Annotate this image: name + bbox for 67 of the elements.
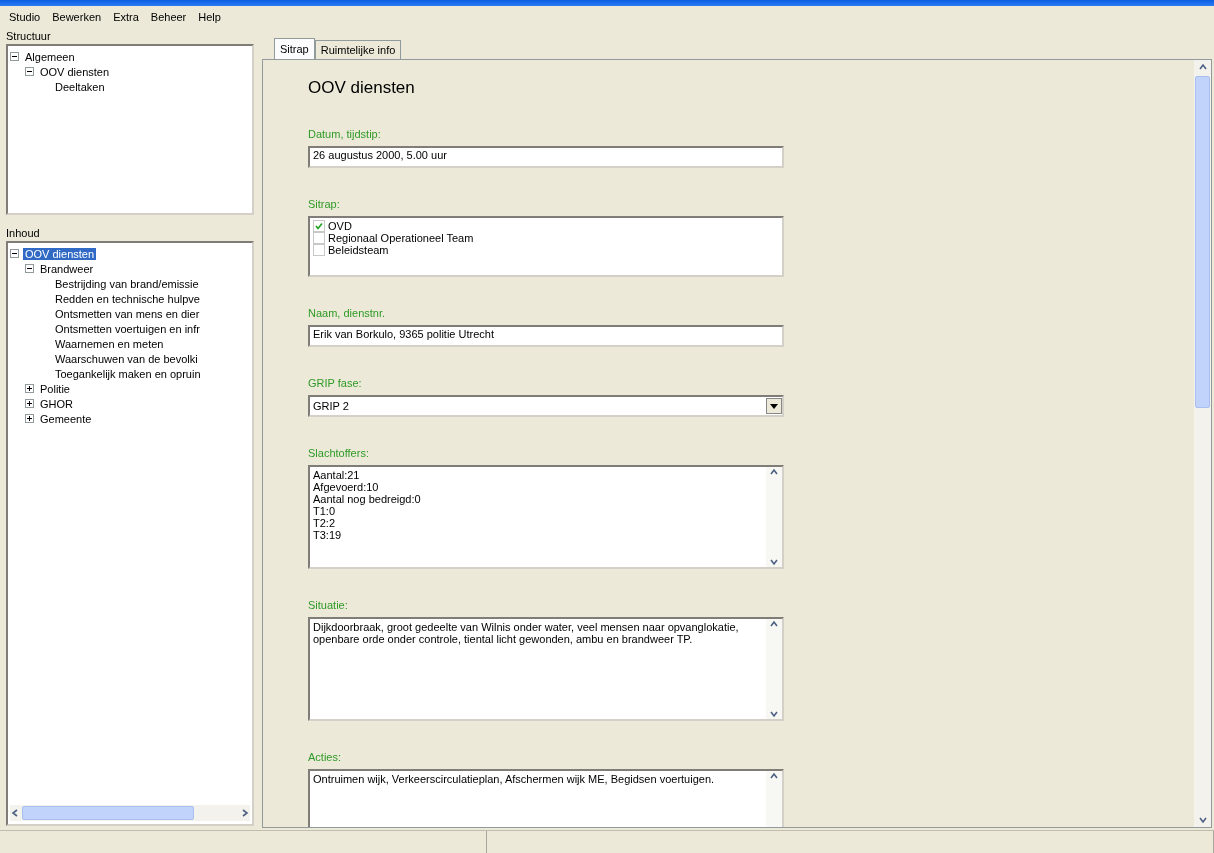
scroll-up-icon[interactable] bbox=[1197, 62, 1208, 72]
scroll-bar[interactable] bbox=[1194, 60, 1211, 827]
scroll-bar[interactable] bbox=[10, 805, 250, 821]
field-label: Sitrap: bbox=[308, 198, 341, 210]
expand-icon[interactable] bbox=[25, 414, 34, 423]
scroll-right-icon[interactable] bbox=[240, 808, 250, 818]
tree-item[interactable]: Ontsmetten voertuigen en infr bbox=[53, 322, 202, 335]
tree-item[interactable]: Waarschuwen van de bevolki bbox=[53, 352, 200, 365]
dropdown[interactable]: GRIP 2 bbox=[308, 395, 784, 417]
input-field[interactable]: 26 augustus 2000, 5.00 uur bbox=[308, 146, 784, 168]
checkbox[interactable] bbox=[313, 232, 325, 244]
input-field[interactable]: Erik van Borkulo, 9365 politie Utrecht bbox=[308, 325, 784, 347]
collapse-icon[interactable] bbox=[25, 264, 34, 273]
text-area[interactable]: Ontruimen wijk, Verkeerscirculatieplan, Afschermen wijk ME, Begidsen voertuigen. bbox=[308, 769, 784, 827]
tree-item[interactable]: Redden en technische hulpve bbox=[53, 292, 202, 305]
menu-item[interactable]: Bewerken bbox=[47, 9, 107, 25]
tree-item[interactable]: Toegankelijk maken en opruin bbox=[53, 367, 203, 380]
tree-item[interactable]: Ontsmetten van mens en dier bbox=[53, 307, 202, 320]
scroll-bar[interactable] bbox=[766, 619, 782, 719]
tree-item[interactable]: Waarnemen en meten bbox=[53, 337, 166, 350]
scroll-thumb[interactable] bbox=[22, 806, 194, 820]
tree-item[interactable]: OOV diensten bbox=[38, 65, 112, 78]
expand-icon[interactable] bbox=[25, 384, 34, 393]
scroll-up-icon[interactable] bbox=[769, 619, 779, 629]
collapse-icon[interactable] bbox=[10, 52, 19, 61]
group-title: Inhoud bbox=[6, 227, 40, 239]
checkbox-label: Regionaal Operationeel Team bbox=[328, 232, 474, 244]
tree-item[interactable]: Bestrijding van brand/emissie bbox=[53, 277, 201, 290]
field-label: Datum, tijdstip: bbox=[308, 128, 382, 140]
tree-item[interactable]: Politie bbox=[38, 382, 72, 395]
scroll-left-icon[interactable] bbox=[10, 808, 20, 818]
tree-item[interactable]: OOV diensten bbox=[23, 247, 97, 260]
collapse-icon[interactable] bbox=[10, 249, 19, 258]
tree-item[interactable]: Gemeente bbox=[38, 412, 94, 425]
field-label: Situatie: bbox=[308, 599, 349, 611]
scroll-bar[interactable] bbox=[766, 467, 782, 567]
scroll-up-icon[interactable] bbox=[769, 771, 779, 781]
scroll-up-icon[interactable] bbox=[769, 467, 779, 477]
field-label: Acties: bbox=[308, 751, 342, 763]
field-label: GRIP fase: bbox=[308, 377, 363, 389]
tree-item[interactable]: GHOR bbox=[38, 397, 75, 410]
checkbox[interactable] bbox=[313, 244, 325, 256]
tree-item[interactable]: Deeltaken bbox=[53, 80, 107, 93]
scroll-down-icon[interactable] bbox=[1197, 815, 1208, 825]
checkbox[interactable] bbox=[313, 220, 325, 232]
scroll-down-icon[interactable] bbox=[769, 709, 779, 719]
field-label: Naam, dienstnr. bbox=[308, 307, 387, 319]
text-area[interactable]: Dijkdoorbraak, groot gedeelte van Wilnis onder water, veel mensen naar opvanglokatie, openbare orde onder controle, tiental licht gewonden, ambu en brandweer TP. bbox=[308, 617, 784, 721]
scroll-thumb[interactable] bbox=[1195, 76, 1210, 408]
checkbox-label: OVD bbox=[328, 220, 352, 232]
collapse-icon[interactable] bbox=[25, 67, 34, 76]
page-title: OOV diensten bbox=[308, 78, 416, 98]
text-area[interactable]: Aantal:21 Afgevoerd:10 Aantal nog bedreigd:0 T1:0 T2:2 T3:19 bbox=[308, 465, 784, 569]
tab[interactable]: Ruimtelijke info bbox=[314, 40, 402, 59]
tree-item[interactable]: Algemeen bbox=[23, 50, 77, 63]
menu-item[interactable]: Beheer bbox=[145, 9, 192, 25]
field-label: Slachtoffers: bbox=[308, 447, 370, 459]
tab[interactable]: Sitrap bbox=[274, 38, 315, 59]
scroll-down-icon[interactable] bbox=[769, 557, 779, 567]
checkbox-label: Beleidsteam bbox=[328, 244, 389, 256]
expand-icon[interactable] bbox=[25, 399, 34, 408]
dropdown-arrow-icon bbox=[770, 403, 778, 409]
menu-item[interactable]: Studio bbox=[4, 9, 46, 25]
group-title: Structuur bbox=[6, 30, 51, 42]
menu-item[interactable]: Extra bbox=[108, 9, 144, 25]
menu-item[interactable]: Help bbox=[193, 9, 226, 25]
tree-item[interactable]: Brandweer bbox=[38, 262, 96, 275]
